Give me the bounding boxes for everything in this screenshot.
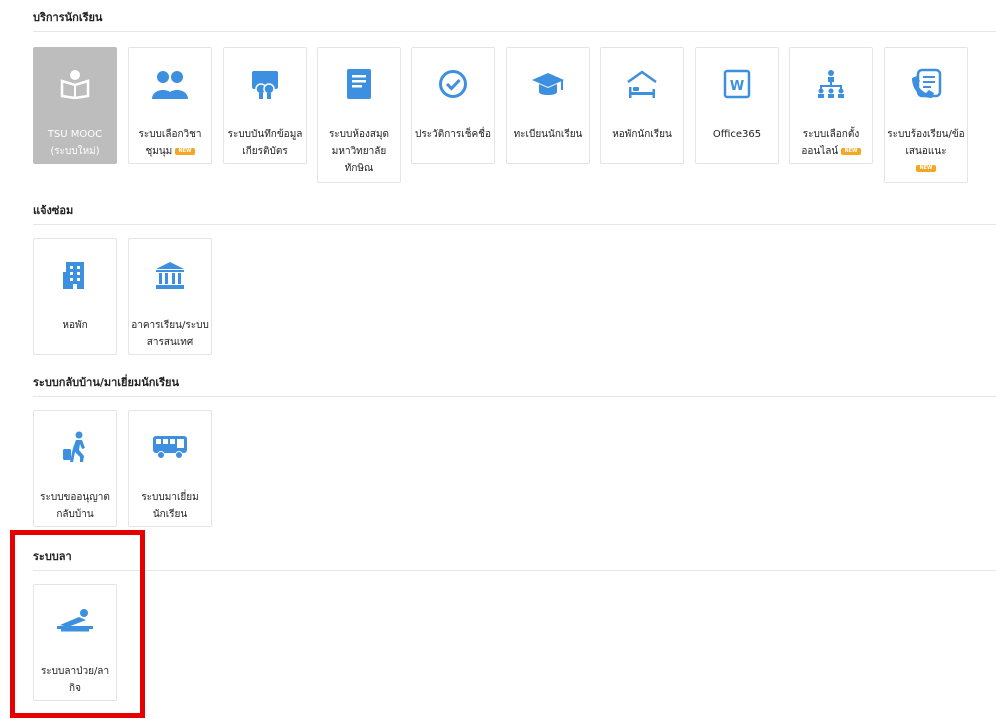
svg-text:W: W <box>730 79 744 94</box>
tile-label: ระบบมาเยี่ยมนักเรียน <box>141 492 199 520</box>
tile-label: TSU MOOC (ระบบใหม่) <box>47 129 103 157</box>
institution-icon <box>129 253 211 297</box>
section-title-student-services: บริการนักเรียน <box>33 11 103 24</box>
tile-label: ระบบลาป่วย/ลากิจ <box>40 666 110 694</box>
tile-tsu-mooc[interactable]: TSU MOOC (ระบบใหม่) <box>33 47 117 164</box>
tile-club-selection[interactable]: ระบบเลือกวิชาชุมนุม NEW <box>128 47 212 164</box>
tile-library[interactable]: ระบบห้องสมุดมหาวิทยาลัยทักษิณ <box>317 47 401 183</box>
new-badge: NEW <box>916 164 936 172</box>
patient-bed-icon <box>34 599 116 643</box>
tile-label: หอพัก <box>62 320 88 331</box>
certificate-board-icon <box>224 62 306 106</box>
section-divider <box>33 31 996 32</box>
tile-label: ทะเบียนนักเรียน <box>513 129 583 140</box>
tile-label: หอพักนักเรียน <box>612 129 672 140</box>
tile-label: ระบบห้องสมุดมหาวิทยาลัยทักษิณ <box>328 129 390 174</box>
tile-repair-building[interactable]: อาคารเรียน/ระบบสารสนเทศ <box>128 238 212 355</box>
check-circle-icon <box>412 62 494 106</box>
bus-icon <box>129 425 211 469</box>
open-book-reader-icon <box>34 62 116 106</box>
tile-sick-leave[interactable]: ระบบลาป่วย/ลากิจ <box>33 584 117 701</box>
students-group-icon <box>129 62 211 106</box>
section-divider <box>33 570 996 571</box>
section-divider <box>33 224 996 225</box>
graduation-cap-icon <box>507 62 589 106</box>
tile-student-visit[interactable]: ระบบมาเยี่ยมนักเรียน <box>128 410 212 527</box>
tile-label: ระบบเลือกตั้งออนไลน์ NEW <box>801 129 861 157</box>
phone-list-icon <box>885 62 967 106</box>
tile-online-election[interactable]: ระบบเลือกตั้งออนไลน์ NEW <box>789 47 873 164</box>
book-icon <box>318 62 400 106</box>
org-chart-icon <box>790 62 872 106</box>
tile-repair-dorm[interactable]: หอพัก <box>33 238 117 355</box>
tile-label: อาคารเรียน/ระบบสารสนเทศ <box>131 320 209 348</box>
section-title-home-visit: ระบบกลับบ้าน/มาเยี่ยมนักเรียน <box>33 376 180 389</box>
section-divider <box>33 396 996 397</box>
tile-attendance-history[interactable]: ประวัติการเช็คชื่อ <box>411 47 495 164</box>
word-document-icon: W <box>696 62 778 106</box>
section-title-repair: แจ้งซ่อม <box>33 204 74 217</box>
tile-leave-home-request[interactable]: ระบบขออนุญาตกลับบ้าน <box>33 410 117 527</box>
tile-label: ระบบบันทึกข้อมูลเกียรติบัตร <box>227 129 303 157</box>
dorm-bed-icon <box>601 62 683 106</box>
tile-complaint[interactable]: ระบบร้องเรียน/ข้อเสนอแนะ NEW <box>884 47 968 183</box>
tile-label: ระบบร้องเรียน/ข้อเสนอแนะ NEW <box>887 129 965 172</box>
building-icon <box>34 253 116 297</box>
new-badge: NEW <box>175 147 195 155</box>
traveler-walking-icon <box>34 425 116 469</box>
tile-office365[interactable]: W Office365 <box>695 47 779 164</box>
tile-label: Office365 <box>712 129 762 140</box>
tile-label: ระบบเลือกวิชาชุมนุม NEW <box>138 129 202 157</box>
section-title-leave: ระบบลา <box>33 550 72 563</box>
tile-label: ประวัติการเช็คชื่อ <box>415 129 491 140</box>
tile-certificate-record[interactable]: ระบบบันทึกข้อมูลเกียรติบัตร <box>223 47 307 164</box>
new-badge: NEW <box>841 147 861 155</box>
tile-label: ระบบขออนุญาตกลับบ้าน <box>40 492 110 520</box>
tile-student-registry[interactable]: ทะเบียนนักเรียน <box>506 47 590 164</box>
tile-student-dorm[interactable]: หอพักนักเรียน <box>600 47 684 164</box>
